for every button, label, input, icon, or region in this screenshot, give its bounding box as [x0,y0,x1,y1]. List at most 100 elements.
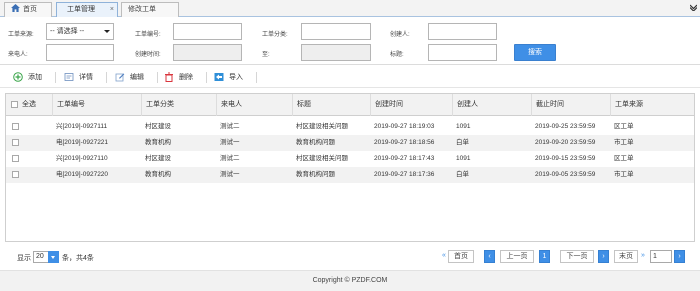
ticket-category: 教育机构 [145,139,171,146]
toolbar-divider [157,72,158,83]
ticket-deadline: 2019-09-05 23:59:59 [535,171,596,178]
select-all-header[interactable]: 全选 [6,94,52,116]
row-checkbox[interactable] [12,155,19,162]
tab-home-label: 首页 [23,6,37,13]
goto-arrow-icon[interactable]: › [674,250,685,263]
select-all-checkbox[interactable] [11,101,18,108]
trash-icon [165,72,173,82]
detail-label: 详情 [79,74,93,81]
detail-icon [64,73,74,81]
ticket-created-time: 2019-09-27 18:19:03 [374,123,435,130]
column-header[interactable]: 工单分类 [141,94,216,116]
created-time-start-input[interactable] [173,44,242,61]
detail-button[interactable]: 详情 [64,71,100,84]
row-checkbox[interactable] [12,139,19,146]
ticket-caller: 测试二 [220,155,240,162]
ticket-title: 教育机构问题 [296,171,335,178]
title-input[interactable] [428,44,497,61]
created-time-end-input[interactable] [301,44,371,61]
column-header[interactable]: 工单来源 [610,94,694,116]
ticket-table: 全选 工单编号 工单分类 来电人 标题 创建时间 创建人 截止时间 工单来源 兴… [5,93,695,242]
category-label: 工单分类: [262,32,288,38]
tab-ticket-management[interactable]: 工单管理 × [56,2,118,17]
table-row[interactable]: 电[2019]-0927221 教育机构 测试一 教育机构问题 2019-09-… [6,135,694,151]
ticket-title: 村区建设相关问题 [296,155,348,162]
ticket-source: 区工单 [614,155,634,162]
add-button[interactable]: 添加 [13,71,49,84]
row-checkbox[interactable] [12,171,19,178]
caller-input[interactable] [46,44,114,61]
chevron-down-icon[interactable] [690,4,697,11]
first-arrow-icon[interactable]: « [442,252,446,259]
source-select-value: -- 请选择 -- [50,28,85,35]
delete-button[interactable]: 删除 [164,71,200,84]
column-header[interactable]: 标题 [292,94,370,116]
add-icon [13,72,23,82]
category-input[interactable] [301,23,371,40]
ticket-creator: 白单 [456,171,469,178]
toolbar-divider [55,72,56,83]
column-header[interactable]: 创建时间 [370,94,452,116]
prev-arrow-icon[interactable]: ‹ [484,250,495,263]
edit-label: 编辑 [130,74,144,81]
page-size-label: 显示 [17,255,31,262]
close-icon[interactable]: × [110,3,114,16]
last-page-button[interactable]: 末页 [614,250,638,263]
ticket-created-time: 2019-09-27 18:18:56 [374,139,435,146]
ticket-creator: 1091 [456,155,471,162]
ticket-created-time: 2019-09-27 18:17:36 [374,171,435,178]
ticket-deadline: 2019-09-20 23:59:59 [535,139,596,146]
next-arrow-icon[interactable]: › [598,250,609,263]
prev-page-button[interactable]: 上一页 [500,250,534,263]
select-all-label: 全选 [22,101,36,108]
add-label: 添加 [28,74,42,81]
next-page-button[interactable]: 下一页 [560,250,594,263]
search-button[interactable]: 搜索 [514,44,556,61]
page-size-select[interactable]: 20 [33,251,59,263]
column-header[interactable]: 来电人 [216,94,292,116]
ticket-deadline: 2019-09-15 23:59:59 [535,155,596,162]
last-arrow-icon[interactable]: » [641,252,645,259]
ticket-deadline: 2019-09-25 23:59:59 [535,123,596,130]
tab-home[interactable]: 首页 [4,2,52,17]
tab-edit-ticket-label: 修改工单 [128,6,156,13]
tab-edit-ticket[interactable]: 修改工单 [121,2,179,17]
creator-label: 创建人: [390,32,410,38]
table-row[interactable]: 电[2019]-0927220 教育机构 测试一 教育机构问题 2019-09-… [6,167,694,183]
number-label: 工单编号: [135,32,161,38]
ticket-source: 市工单 [614,171,634,178]
tab-bar: 首页 工单管理 × 修改工单 [0,0,700,17]
column-header[interactable]: 截止时间 [531,94,610,116]
table-row[interactable]: 兴[2019]-0927111 村区建设 测试二 村区建设相关问题 2019-0… [6,119,694,135]
column-header[interactable]: 创建人 [452,94,531,116]
table-row[interactable]: 兴[2019]-0927110 村区建设 测试二 村区建设相关问题 2019-0… [6,151,694,167]
ticket-category: 村区建设 [145,155,171,162]
edit-icon [115,73,125,82]
page-size-value: 20 [36,253,44,260]
ticket-category: 教育机构 [145,171,171,178]
number-input[interactable] [173,23,242,40]
source-select[interactable]: -- 请选择 -- [46,23,114,40]
first-page-button[interactable]: 首页 [448,250,474,263]
ticket-number: 电[2019]-0927220 [56,171,109,178]
toolbar-divider [256,72,257,83]
ticket-source: 市工单 [614,139,634,146]
ticket-title: 村区建设相关问题 [296,123,348,130]
toolbar-divider [106,72,107,83]
current-page[interactable]: 1 [539,250,550,263]
source-label: 工单来源: [8,32,34,38]
import-icon [214,73,224,81]
delete-label: 删除 [179,74,193,81]
column-header[interactable]: 工单编号 [52,94,141,116]
search-form: 工单来源: -- 请选择 -- 工单编号: 工单分类: 创建人: 来电人: 创建… [0,17,700,65]
edit-button[interactable]: 编辑 [115,71,151,84]
ticket-number: 兴[2019]-0927111 [56,123,108,130]
title-label: 标题: [390,52,404,58]
import-button[interactable]: 导入 [214,71,250,84]
creator-input[interactable] [428,23,497,40]
goto-page-input[interactable]: 1 [650,250,672,263]
toolbar-divider [206,72,207,83]
row-checkbox[interactable] [12,123,19,130]
record-summary: 条，共4条 [62,255,94,262]
ticket-number: 兴[2019]-0927110 [56,155,108,162]
